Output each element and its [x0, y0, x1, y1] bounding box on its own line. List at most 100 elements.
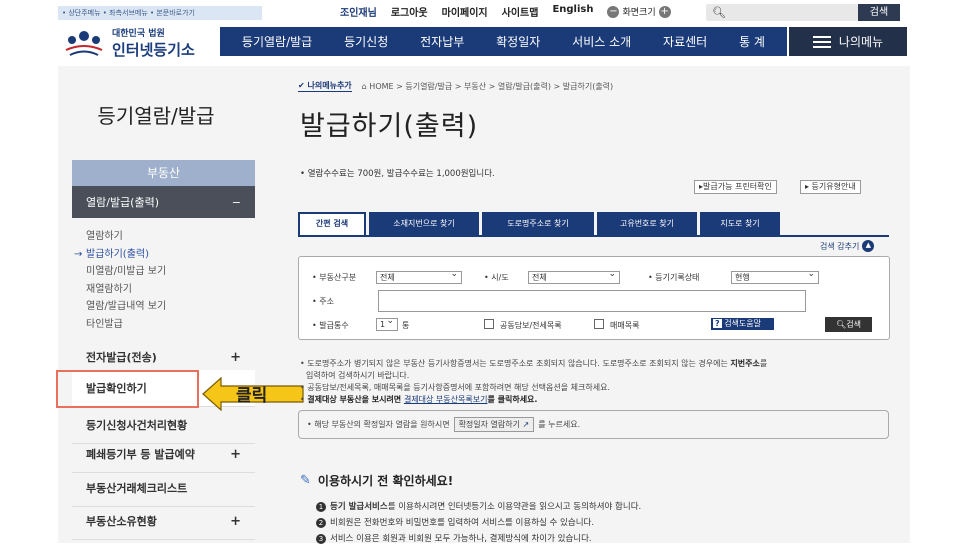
- sitemap-link[interactable]: 사이트맵: [502, 4, 539, 19]
- form-search-label: 검색: [846, 320, 861, 329]
- note-line-1-bold: 지번주소: [730, 359, 760, 368]
- submenu-other[interactable]: 타인발급: [86, 316, 166, 334]
- sido-select[interactable]: 전체: [528, 269, 620, 284]
- expand-icon: +: [230, 446, 241, 462]
- sidebar-item-closed-registry[interactable]: 폐쇄등기부 등 발급예약 +: [72, 436, 255, 473]
- zoom-in-button[interactable]: +: [658, 5, 671, 18]
- count-select[interactable]: 1: [376, 316, 398, 331]
- list-number: 1: [316, 502, 326, 512]
- my-menu-button[interactable]: 나의메뉴: [789, 27, 907, 56]
- external-link-icon: ↗: [522, 420, 530, 429]
- note-line-2: 입력하여 검색하시기 바랍니다.: [306, 371, 410, 380]
- page-title: 발급하기(출력): [300, 111, 479, 142]
- address-input[interactable]: [378, 290, 806, 312]
- joint-collateral-checkbox[interactable]: [484, 319, 494, 329]
- collapse-label: 검색 감추기: [820, 241, 860, 251]
- count-unit: 통: [402, 321, 410, 330]
- english-link[interactable]: English: [552, 4, 593, 19]
- expand-icon: +: [230, 513, 241, 529]
- chevron-up-icon: ▲: [862, 240, 875, 252]
- list-number: 2: [316, 518, 326, 528]
- submenu-history[interactable]: 열람/발급내역 보기: [86, 298, 166, 316]
- form-search-button[interactable]: 🔍︎검색: [825, 317, 872, 332]
- check-heading-text: 이용하시기 전 확인하세요!: [317, 474, 454, 488]
- fixed-date-text: • 해당 부동산의 확정일자 열람을 원하시면: [307, 420, 450, 429]
- fee-notice: • 열람수수료는 700원, 발급수수료는 1,000원입니다.: [300, 169, 495, 179]
- trade-list-checkbox[interactable]: [594, 319, 604, 329]
- sidebar-item-checklist[interactable]: 부동산거래체크리스트: [72, 470, 255, 507]
- submenu-issue[interactable]: 발급하기(출력): [74, 246, 166, 264]
- add-favorite-link[interactable]: ✔ 나의메뉴추가: [298, 80, 352, 92]
- search-icon: 🔍︎: [836, 320, 847, 329]
- mypage-link[interactable]: 마이페이지: [442, 4, 488, 19]
- nav-resources[interactable]: 자료센터: [663, 33, 707, 50]
- sidebar-item-label: 폐쇄등기부 등 발급예약: [86, 448, 195, 461]
- trade-list-label: 매매목록: [610, 321, 640, 330]
- left-title: 등기열람/발급: [97, 104, 215, 128]
- status-select[interactable]: 현행: [731, 269, 819, 284]
- note-line-4-end: 를 클릭하세요.: [487, 395, 538, 404]
- submenu-review[interactable]: 재열람하기: [86, 281, 166, 299]
- nav-fixed-date[interactable]: 확정일자: [496, 33, 540, 50]
- sidebar-item-ownership[interactable]: 부동산소유현황 +: [72, 503, 255, 540]
- tab-simple-search[interactable]: 간편 검색: [298, 212, 366, 236]
- type-select[interactable]: 전체: [376, 269, 462, 284]
- fixed-date-post: 를 누르세요.: [538, 420, 581, 429]
- sidebar-submenu: 열람하기 발급하기(출력) 미열람/미발급 보기 재열람하기 열람/발급내역 보…: [74, 228, 166, 334]
- note-line-3: • 공동담보/전세목록, 매매목록을 등기사항증명서에 포함하려면 해당 선택옵…: [300, 383, 610, 392]
- logo[interactable]: 대한민국 법원 인터넷등기소: [62, 26, 195, 60]
- logo-org: 대한민국 법원: [112, 29, 165, 39]
- tab-lot-number[interactable]: 소재지번으로 찾기: [369, 212, 479, 236]
- list-item-text: 를 이용하시려면 인터넷등기소 이용약관을 읽으시고 동의하셔야 합니다.: [387, 502, 642, 512]
- add-favorite-label: 나의메뉴추가: [307, 81, 352, 90]
- registry-type-button[interactable]: ▸ 등기유형안내: [800, 180, 861, 194]
- search-collapse-toggle[interactable]: 검색 감추기 ▲: [820, 240, 875, 252]
- joint-collateral-label: 공동담보/전세목록: [500, 321, 562, 330]
- search-help-label: 검색도움말: [724, 319, 761, 328]
- zoom-control: − 화면크기 +: [607, 4, 671, 19]
- nav-statistics[interactable]: 통 계: [739, 33, 765, 50]
- search-icon: 🔍︎: [712, 6, 726, 19]
- my-menu-label: 나의메뉴: [838, 35, 884, 49]
- tab-unique-number[interactable]: 고유번호로 찾기: [597, 212, 697, 236]
- type-label: • 부동산구분: [312, 273, 357, 282]
- nav-service[interactable]: 서비스 소개: [572, 33, 631, 50]
- submenu-view[interactable]: 열람하기: [86, 228, 166, 246]
- court-emblem-icon: [62, 28, 106, 58]
- nav-payment[interactable]: 전자납부: [420, 33, 464, 50]
- member-name: 조인재님: [340, 8, 377, 19]
- list-item: 1 등기 발급서비스를 이용하시려면 인터넷등기소 이용약관을 읽으시고 동의하셔…: [316, 499, 641, 515]
- fixed-date-button[interactable]: 확정일자 열람하기 ↗: [453, 417, 535, 432]
- sidebar-item-label: 전자발급(전송): [86, 351, 157, 364]
- count-label: • 발급통수: [312, 321, 349, 330]
- fixed-date-button-label: 확정일자 열람하기: [458, 420, 520, 429]
- skip-links[interactable]: • 상단주메뉴 • 좌측서브메뉴 • 본문바로가기: [58, 6, 262, 20]
- nav-application[interactable]: 등기신청: [344, 33, 388, 50]
- breadcrumb: ✔ 나의메뉴추가 ⌂ HOME > 등기열람/발급 > 부동산 > 열람/발급(…: [298, 80, 613, 92]
- zoom-out-button[interactable]: −: [607, 5, 620, 18]
- tab-road-address[interactable]: 도로명주소로 찾기: [482, 212, 594, 236]
- section-title[interactable]: 부동산: [72, 160, 255, 186]
- list-item-text: 비회원은 전화번호와 비밀번호를 입력하여 서비스를 이용하실 수 있습니다.: [330, 518, 595, 528]
- nav-view-issue[interactable]: 등기열람/발급: [242, 33, 312, 50]
- search-input[interactable]: 🔍︎: [706, 4, 858, 21]
- main-nav: 등기열람/발급 등기신청 전자납부 확정일자 서비스 소개 자료센터 통 계: [220, 27, 787, 56]
- printer-check-button[interactable]: ▸발급가능 프린터확인: [694, 180, 777, 194]
- tab-map[interactable]: 지도로 찾기: [700, 212, 780, 236]
- zoom-label: 화면크기: [622, 8, 656, 18]
- search-help-button[interactable]: ? 검색도움말: [711, 318, 774, 330]
- tab-underline: [298, 235, 889, 237]
- top-links: 조인재님 로그아웃 마이페이지 사이트맵 English − 화면크기 +: [340, 4, 671, 19]
- list-item-bold: 등기 발급서비스: [330, 502, 388, 512]
- help-icon: ?: [713, 319, 722, 328]
- status-label: • 등기기록상태: [648, 273, 700, 282]
- submenu-unviewed[interactable]: 미열람/미발급 보기: [86, 263, 166, 281]
- logout-link[interactable]: 로그아웃: [391, 4, 428, 19]
- payment-list-link[interactable]: 결제대상 부동산목록보기: [404, 395, 488, 404]
- sidebar-item-view-issue[interactable]: 열람/발급(출력) −: [72, 186, 255, 218]
- list-item: 3 서비스 이용은 회원과 비회원 모두 가능하나, 결제방식에 차이가 있습니다…: [316, 531, 641, 547]
- sidebar-item-label: 열람/발급(출력): [86, 196, 160, 209]
- note-line-1-end: 를: [759, 359, 768, 368]
- breadcrumb-text: HOME > 등기열람/발급 > 부동산 > 열람/발급(출력) > 발급하기(…: [369, 81, 614, 91]
- search-button[interactable]: 검색: [858, 4, 900, 21]
